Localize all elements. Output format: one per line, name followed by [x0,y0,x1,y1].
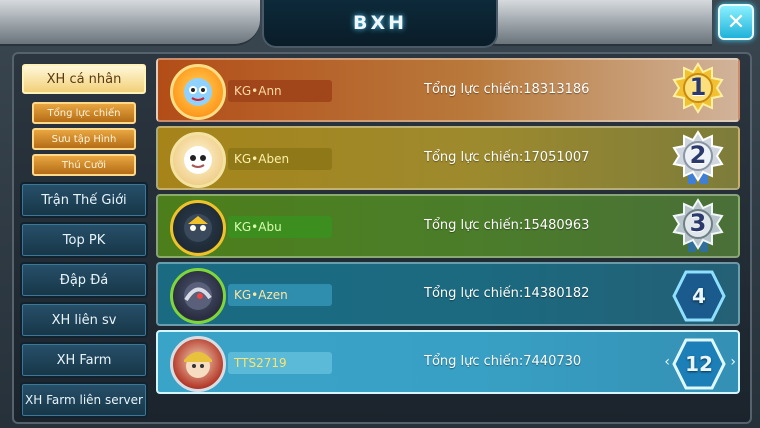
title-box: BXH [262,0,498,48]
player-name: KG•Aben [228,148,332,170]
rank-medal-icon: 3 [672,198,724,256]
chevron-left-icon: ‹ [664,354,670,370]
player-name: KG•Abu [228,216,332,238]
total-power: Tổng lực chiến:17051007 [424,150,590,165]
subtab-mount[interactable]: Thú Cưỡi [32,154,136,176]
player-name: KG•Ann [228,80,332,102]
ranking-row[interactable]: KG•Ann Tổng lực chiến:18313186 1 [156,58,740,122]
total-power: Tổng lực chiến:7440730 [424,354,582,369]
rank-number: 1 [689,73,707,101]
pet-avatar-icon [170,200,226,256]
player-name: TTS2719 [228,352,332,374]
close-button[interactable]: ✕ [718,4,754,40]
subtab-image-collection[interactable]: Sưu tập Hình [32,128,136,150]
chevron-right-icon: › [730,354,736,370]
top-plate-left [0,0,260,46]
rank-number: 3 [689,209,707,237]
ranking-row[interactable]: KG•Abu Tổng lực chiến:15480963 3 [156,194,740,258]
tab-farm-ranking[interactable]: XH Farm [20,342,148,378]
total-power: Tổng lực chiến:15480963 [424,218,590,233]
rank-number: 2 [689,141,707,169]
tab-personal-ranking[interactable]: XH cá nhân [22,64,146,94]
player-name: KG•Azen [228,284,332,306]
close-icon: ✕ [726,9,746,35]
rank-number: 4 [692,284,706,308]
subtab-total-power[interactable]: Tổng lực chiến [32,102,136,124]
rank-medal-icon: 2 [672,130,724,188]
pet-avatar-icon [170,268,226,324]
ranking-row[interactable]: KG•Aben Tổng lực chiến:17051007 2 [156,126,740,190]
tab-world-battle[interactable]: Trận Thế Giới [20,182,148,218]
ranking-row[interactable]: KG•Azen Tổng lực chiến:14380182 4 [156,262,740,326]
page-title: BXH [352,12,408,34]
tab-cross-server-ranking[interactable]: XH liên sv [20,302,148,338]
sidebar: XH cá nhân Tổng lực chiến Sưu tập Hình T… [18,58,150,420]
ranking-row-self[interactable]: TTS2719 Tổng lực chiến:7440730 ‹ 12 › [156,330,740,394]
top-plate-right [472,0,712,46]
tab-farm-cross-server[interactable]: XH Farm liên server [20,382,148,418]
rank-number: 12 [685,352,713,376]
total-power: Tổng lực chiến:18313186 [424,82,590,97]
tab-top-pk[interactable]: Top PK [20,222,148,258]
pet-avatar-icon [170,64,226,120]
total-power: Tổng lực chiến:14380182 [424,286,590,301]
rank-hex-icon: 4 [672,270,726,322]
tab-stone-smash[interactable]: Đập Đá [20,262,148,298]
player-avatar-icon [170,336,226,392]
rank-hex-icon: 12 [672,338,726,390]
rank-medal-icon: 1 [672,62,724,120]
pet-avatar-icon [170,132,226,188]
